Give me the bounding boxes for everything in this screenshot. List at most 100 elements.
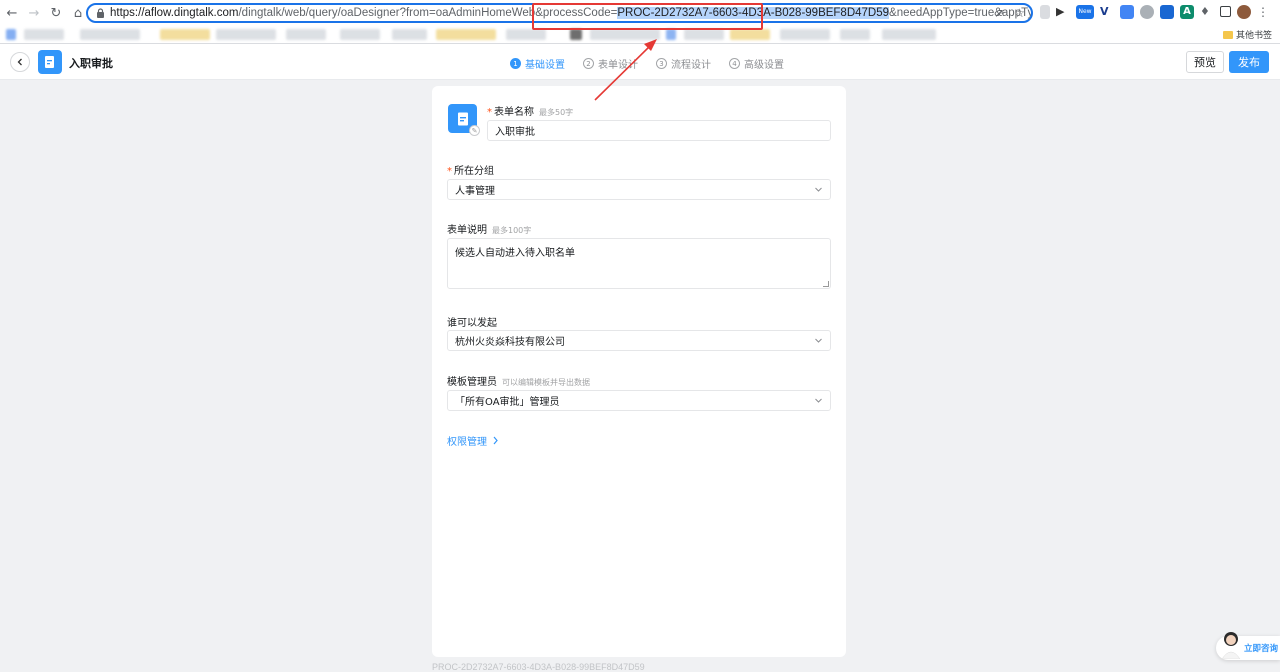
chevron-right-icon [493, 436, 498, 445]
bookmark-item[interactable] [590, 29, 660, 40]
consult-widget[interactable]: 立即咨询 [1216, 632, 1280, 660]
home-icon[interactable]: ⌂ [68, 3, 88, 23]
other-bookmarks-label: 其他书签 [1235, 31, 1272, 41]
v-icon[interactable]: V [1100, 5, 1114, 19]
tab-basic-settings[interactable]: 1 基础设置 [510, 56, 565, 71]
bookmark-item[interactable] [882, 29, 936, 40]
bookmark-item[interactable] [684, 29, 724, 40]
bookmark-item[interactable] [24, 29, 64, 40]
form-name-input[interactable]: 入职审批 [487, 120, 831, 141]
group-select-value: 人事管理 [455, 186, 495, 197]
bookmark-item[interactable] [730, 29, 770, 40]
bookmark-item[interactable] [160, 29, 210, 40]
step-label: 表单设计 [598, 60, 638, 71]
reload-icon[interactable]: ↻ [46, 3, 66, 23]
extension-new-icon[interactable]: New [1076, 5, 1094, 19]
preview-button[interactable]: 预览 [1186, 51, 1224, 73]
bookmark-item[interactable] [80, 29, 140, 40]
bookmark-item[interactable] [570, 29, 582, 40]
page-title: 入职审批 [69, 57, 113, 70]
share-icon[interactable]: ↗ [994, 6, 1004, 20]
permission-management-link[interactable]: 权限管理 [447, 433, 499, 448]
chevron-down-icon [815, 187, 822, 192]
bookmark-item[interactable] [392, 29, 427, 40]
label-text: 模板管理员 [447, 377, 497, 388]
admin-select[interactable]: 「所有OA审批」管理员 [447, 390, 831, 411]
puzzle-icon[interactable]: ♦ [1200, 5, 1214, 19]
a-icon[interactable]: A [1180, 5, 1194, 19]
form-name-label: * 表单名称 最多50字 [487, 103, 573, 118]
description-label: 表单说明 最多100字 [447, 221, 531, 236]
bookmark-item[interactable] [216, 29, 276, 40]
extension-blue-icon[interactable] [1160, 5, 1174, 19]
consultant-avatar [1221, 632, 1241, 659]
bookmark-item[interactable] [666, 29, 676, 40]
initiator-select[interactable]: 杭州火炎焱科技有限公司 [447, 330, 831, 351]
form-icon-picker[interactable]: ✎ [448, 104, 480, 136]
play-icon[interactable]: ▶ [1056, 5, 1070, 19]
bookmark-item[interactable] [286, 29, 326, 40]
extension-icon[interactable] [1040, 5, 1050, 19]
shield-icon[interactable] [1140, 5, 1154, 19]
group-select[interactable]: 人事管理 [447, 179, 831, 200]
required-mark: * [487, 107, 492, 118]
extensions-bar: ▶ New V A ♦ ⋮ [1040, 5, 1271, 19]
process-code-footer: PROC-2D2732A7-6603-4D3A-B028-99BEF8D47D5… [432, 662, 645, 672]
app-header: 入职审批 1 基础设置 2 表单设计 3 流程设计 4 高级设置 预览 发布 [0, 44, 1280, 80]
bookmark-item[interactable] [6, 29, 16, 40]
label-text: 谁可以发起 [447, 318, 497, 329]
resize-handle-icon[interactable] [823, 281, 829, 287]
annotation-highlight-box [532, 3, 763, 30]
star-icon[interactable]: ☆ [1014, 6, 1025, 20]
required-mark: * [447, 166, 452, 177]
description-value: 候选人自动进入待入职名单 [455, 248, 575, 259]
tab-process-design[interactable]: 3 流程设计 [656, 56, 711, 71]
step-number: 3 [656, 58, 667, 69]
group-label: * 所在分组 [447, 162, 494, 177]
sidepanel-icon[interactable] [1220, 6, 1231, 17]
label-text: 表单说明 [447, 225, 487, 236]
bookmark-item[interactable] [506, 29, 546, 40]
back-button[interactable] [10, 52, 30, 72]
back-arrow-icon[interactable]: ← [2, 3, 22, 23]
admin-select-value: 「所有OA审批」管理员 [455, 397, 560, 408]
menu-dots-icon[interactable]: ⋮ [1257, 5, 1271, 19]
description-textarea[interactable]: 候选人自动进入待入职名单 [447, 238, 831, 289]
form-app-icon [38, 50, 62, 74]
other-bookmarks-folder[interactable]: 其他书签 [1222, 28, 1272, 41]
tab-form-design[interactable]: 2 表单设计 [583, 56, 638, 71]
permission-link-label: 权限管理 [447, 437, 487, 448]
translate-icon[interactable] [1120, 5, 1134, 19]
label-text: 表单名称 [494, 107, 534, 118]
bookmark-item[interactable] [340, 29, 380, 40]
publish-button[interactable]: 发布 [1229, 51, 1269, 73]
step-label: 高级设置 [744, 60, 784, 71]
bookmark-item[interactable] [840, 29, 870, 40]
label-text: 所在分组 [454, 166, 494, 177]
forward-arrow-icon[interactable]: → [24, 3, 44, 23]
lock-icon [96, 8, 105, 18]
step-tabs: 1 基础设置 2 表单设计 3 流程设计 4 高级设置 [510, 56, 784, 71]
step-number: 1 [510, 58, 521, 69]
initiator-label: 谁可以发起 [447, 314, 497, 329]
url-host: https://aflow.dingtalk.com [110, 7, 239, 19]
initiator-select-value: 杭州火炎焱科技有限公司 [455, 337, 565, 348]
bookmark-item[interactable] [780, 29, 830, 40]
step-number: 4 [729, 58, 740, 69]
consult-label: 立即咨询 [1244, 644, 1279, 654]
label-hint: 最多50字 [539, 108, 574, 117]
tab-advanced-settings[interactable]: 4 高级设置 [729, 56, 784, 71]
admin-label: 模板管理员 可以编辑模板并导出数据 [447, 373, 590, 388]
profile-avatar[interactable] [1237, 5, 1251, 19]
folder-icon [1222, 30, 1233, 39]
bookmark-item[interactable] [436, 29, 496, 40]
chevron-down-icon [815, 398, 822, 403]
step-label: 基础设置 [525, 60, 565, 71]
form-settings-card: ✎ * 表单名称 最多50字 入职审批 * 所在分组 人事管理 表单说明 最多100字 … [432, 86, 846, 657]
label-hint: 最多100字 [492, 226, 532, 235]
label-hint: 可以编辑模板并导出数据 [502, 378, 590, 387]
step-number: 2 [583, 58, 594, 69]
chevron-down-icon [815, 338, 822, 343]
form-icon [457, 112, 468, 125]
step-label: 流程设计 [671, 60, 711, 71]
